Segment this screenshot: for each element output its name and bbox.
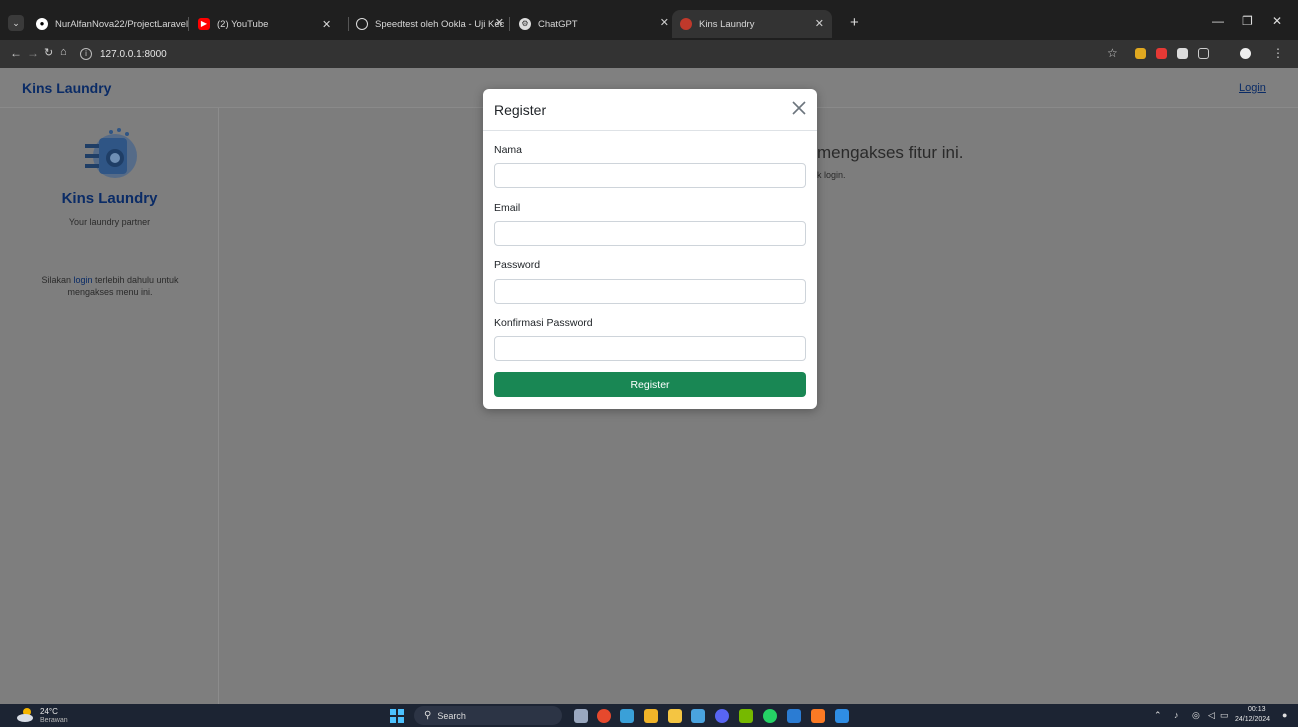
minimize-icon[interactable]: — (1212, 14, 1224, 28)
app-icon[interactable] (691, 709, 705, 723)
register-submit-button[interactable]: Register (494, 372, 806, 397)
windows-taskbar: 24°C Berawan ⚲ Search ⌃ ♪ ◎ ◁ ▭ 00:13 24… (0, 704, 1298, 727)
main-access-message: mengakses fitur ini. (817, 143, 964, 162)
password-input[interactable] (494, 279, 806, 304)
search-icon: ⚲ (424, 710, 432, 721)
taskbar-search[interactable]: ⚲ Search (414, 706, 562, 725)
laundry-icon (680, 18, 692, 30)
modal-title: Register (494, 102, 547, 118)
close-tab-icon[interactable]: ✕ (495, 16, 504, 29)
browser-toolbar: ← → ↻ ⌂ i 127.0.0.1:8000 ☆ ⋮ (0, 40, 1298, 68)
modal-header: Register (483, 89, 817, 131)
tab-title: Speedtest oleh Ookla - Uji Kece (375, 18, 504, 30)
extension-icon[interactable] (1135, 48, 1146, 59)
discord-icon[interactable] (715, 709, 729, 723)
nama-label: Nama (494, 144, 523, 156)
store-icon[interactable] (644, 709, 658, 723)
search-placeholder: Search (437, 710, 466, 721)
url-text: 127.0.0.1:8000 (100, 48, 167, 60)
sidebar-tagline: Your laundry partner (68, 217, 151, 227)
site-info-icon[interactable]: i (80, 48, 92, 60)
navbar-brand[interactable]: Kins Laundry (22, 80, 111, 96)
restore-icon[interactable]: ❐ (1242, 14, 1253, 28)
volume-icon[interactable]: ◁ (1208, 710, 1215, 721)
speedtest-icon (356, 18, 368, 30)
email-label: Email (494, 202, 521, 214)
address-bar[interactable]: i 127.0.0.1:8000 (80, 44, 1120, 64)
word-icon[interactable] (787, 709, 801, 723)
close-window-icon[interactable]: ✕ (1272, 14, 1282, 28)
tab-youtube[interactable]: ▶ (2) YouTube (198, 14, 338, 34)
new-tab-icon[interactable]: + (850, 14, 859, 31)
nvidia-icon[interactable] (739, 709, 753, 723)
microphone-icon[interactable]: ♪ (1174, 710, 1179, 720)
weather-description: Berawan (40, 717, 68, 724)
tab-title: NurAlfanNova22/ProjectLaravel (55, 18, 189, 30)
clock-date[interactable]: 24/12/2024 (1235, 716, 1270, 723)
extension-icon[interactable] (1156, 48, 1167, 59)
main-access-subtext: k login. (817, 170, 846, 180)
vscode-icon[interactable] (835, 709, 849, 723)
tab-github[interactable]: ● NurAlfanNova22/ProjectLaravel ✕ (36, 14, 210, 34)
tab-title: ChatGPT (538, 18, 578, 30)
password-label: Password (494, 259, 541, 271)
close-tab-icon[interactable]: ✕ (815, 17, 824, 30)
close-tab-youtube[interactable]: ✕ (322, 14, 342, 34)
copilot-icon[interactable] (620, 709, 634, 723)
sidebar-title: Kins Laundry (61, 190, 158, 207)
puzzle-icon[interactable] (1198, 48, 1209, 59)
notification-bell-icon[interactable]: ● (1282, 710, 1287, 720)
forward-icon[interactable]: → (27, 46, 39, 60)
extension-icon[interactable] (1177, 48, 1188, 59)
youtube-icon: ▶ (198, 18, 210, 30)
xampp-icon[interactable] (811, 709, 825, 723)
confirm-password-label: Konfirmasi Password (494, 317, 593, 329)
navbar-login-link[interactable]: Login (1239, 82, 1266, 94)
home-icon[interactable]: ⌂ (60, 46, 67, 58)
browser-tab-bar: ⌄ ● NurAlfanNova22/ProjectLaravel ✕ ▶ (2… (0, 0, 1298, 40)
sidebar: Kins Laundry Your laundry partner Silaka… (0, 108, 219, 704)
kebab-menu-icon[interactable]: ⋮ (1272, 46, 1284, 60)
chatgpt-icon: ⚙ (519, 18, 531, 30)
clock-time[interactable]: 00:13 (1248, 706, 1266, 713)
file-explorer-icon[interactable] (668, 709, 682, 723)
cloudy-weather-icon[interactable] (16, 707, 36, 723)
windows-start-icon[interactable] (390, 709, 404, 723)
profile-avatar-icon[interactable] (1240, 48, 1251, 59)
back-icon[interactable]: ← (10, 46, 22, 60)
close-tab-icon[interactable]: ✕ (322, 18, 331, 31)
chrome-icon[interactable] (597, 709, 611, 723)
email-input[interactable] (494, 221, 806, 246)
tab-search-icon[interactable]: ⌄ (8, 15, 24, 31)
task-view-icon[interactable] (574, 709, 588, 723)
close-icon[interactable] (790, 99, 808, 117)
tab-kins-laundry[interactable]: Kins Laundry ✕ (672, 10, 832, 38)
washing-machine-logo-icon (85, 128, 137, 178)
tab-title: (2) YouTube (217, 18, 269, 30)
register-modal: Register Nama Email Password Konfirmasi … (483, 89, 817, 409)
tab-title: Kins Laundry (699, 18, 755, 30)
tray-chevron-up-icon[interactable]: ⌃ (1154, 710, 1162, 721)
sidebar-login-message: Silakan login terlebih dahulu untuk meng… (30, 274, 190, 298)
wifi-icon[interactable]: ◎ (1192, 710, 1200, 721)
weather-temperature: 24°C (40, 707, 58, 716)
github-icon: ● (36, 18, 48, 30)
tab-chatgpt[interactable]: ⚙ ChatGPT ✕ (519, 14, 669, 34)
close-tab-icon[interactable]: ✕ (660, 16, 669, 29)
tab-speedtest[interactable]: Speedtest oleh Ookla - Uji Kece ✕ (356, 14, 504, 34)
reload-icon[interactable]: ↻ (44, 46, 53, 59)
sidebar-login-link[interactable]: login (73, 275, 92, 285)
nama-input[interactable] (494, 163, 806, 188)
whatsapp-icon[interactable] (763, 709, 777, 723)
bookmark-star-icon[interactable]: ☆ (1107, 46, 1118, 60)
confirm-password-input[interactable] (494, 336, 806, 361)
message-text: Silakan (41, 275, 74, 285)
battery-icon[interactable]: ▭ (1220, 710, 1229, 721)
